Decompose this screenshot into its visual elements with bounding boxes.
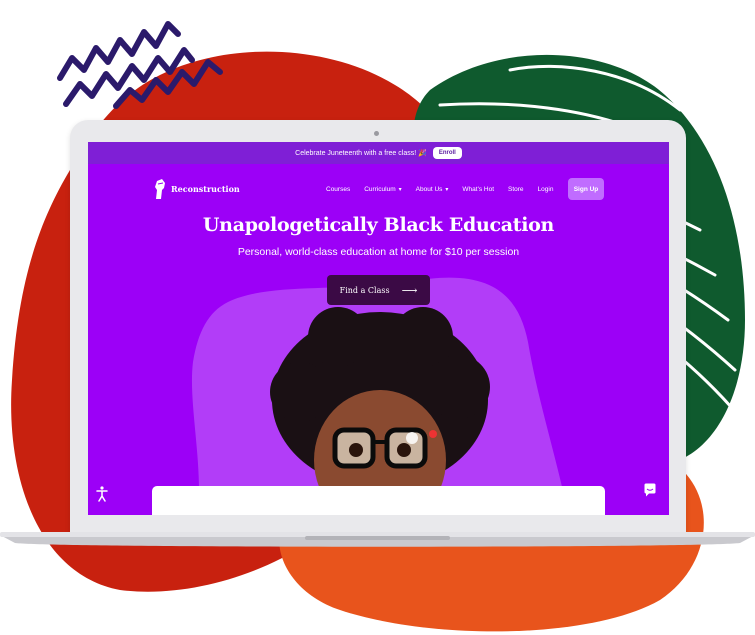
hero-subtitle: Personal, world-class education at home … (237, 246, 520, 258)
nav-item-login[interactable]: Login (538, 186, 554, 193)
chat-icon[interactable] (644, 483, 656, 497)
laptop-camera (374, 131, 379, 136)
chevron-down-icon: ▾ (445, 186, 449, 193)
content-card (152, 486, 605, 515)
brand-logo[interactable]: Reconstruction (153, 178, 240, 200)
accessibility-icon[interactable] (96, 486, 108, 502)
hero-title: Unapologetically Black Education (202, 214, 555, 236)
arrow-right-icon: ⟶ (401, 283, 418, 297)
nav-item-store[interactable]: Store (508, 186, 524, 193)
laptop-base (0, 532, 755, 547)
raised-fist-logo-icon (155, 179, 165, 199)
sign-up-button[interactable]: Sign Up (568, 178, 604, 200)
nav-item-curriculum[interactable]: Curriculum ▾ (364, 186, 401, 193)
nav-item-whats-hot[interactable]: What's Hot (462, 186, 494, 193)
announcement-bar: Celebrate Juneteenth with a free class! … (88, 142, 669, 164)
nav-item-courses[interactable]: Courses (326, 186, 350, 193)
website-screen: Celebrate Juneteenth with a free class! … (88, 142, 669, 515)
enroll-button[interactable]: Enroll (432, 147, 462, 159)
nav-item-about-us[interactable]: About Us ▾ (416, 186, 449, 193)
main-nav: Reconstruction Courses Curriculum ▾ About… (88, 178, 669, 200)
announcement-text: Celebrate Juneteenth with a free class! … (295, 150, 427, 157)
brand-name: Reconstruction (171, 184, 240, 194)
chevron-down-icon: ▾ (398, 186, 402, 193)
find-a-class-button[interactable]: Find a Class ⟶ (327, 275, 430, 305)
find-a-class-label: Find a Class (339, 285, 390, 295)
nav-links: Courses Curriculum ▾ About Us ▾ What's Hot… (326, 178, 567, 200)
